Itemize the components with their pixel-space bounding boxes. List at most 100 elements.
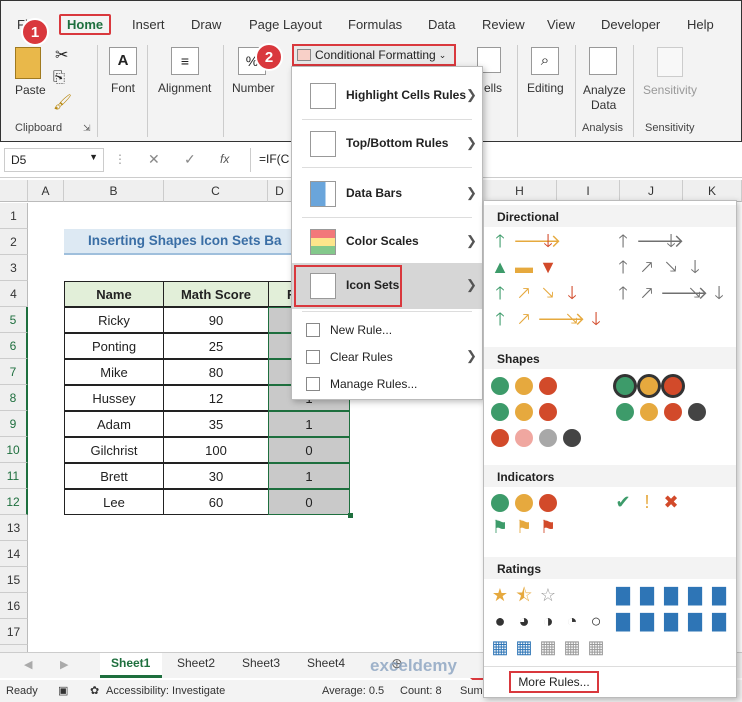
menu-color-scales[interactable]: Color Scales ❯: [292, 219, 482, 265]
quarter-icon[interactable]: ◕: [513, 611, 535, 633]
table-cell-score[interactable]: 25: [163, 333, 269, 359]
column-header-k[interactable]: K: [683, 180, 742, 202]
formula-input[interactable]: =IF(C: [250, 148, 290, 172]
cancel-icon[interactable]: ✕: [148, 151, 160, 168]
fill-handle[interactable]: [348, 513, 353, 518]
column-header-h[interactable]: H: [483, 180, 557, 202]
analyze-data-label-1[interactable]: Analyze: [583, 83, 626, 97]
circle-icon[interactable]: [515, 377, 533, 395]
signal-bars-icon[interactable]: ▇: [660, 585, 682, 607]
menu-manage-rules[interactable]: Manage Rules...: [292, 371, 482, 397]
arrow-icon[interactable]: 🡓: [561, 283, 583, 305]
accessibility-icon[interactable]: ✿: [90, 684, 99, 697]
tab-insert[interactable]: Insert: [132, 17, 165, 32]
table-cell-name[interactable]: Gilchrist: [64, 437, 164, 463]
row-header[interactable]: 17: [0, 619, 28, 645]
sensitivity-button[interactable]: Sensitivity: [643, 83, 697, 97]
accessibility-status[interactable]: Accessibility: Investigate: [106, 685, 225, 697]
arrow-icon[interactable]: ▬: [513, 257, 535, 279]
row-header[interactable]: 11: [0, 463, 28, 489]
arrow-icon[interactable]: 🡖: [660, 257, 682, 279]
flag-icon[interactable]: ⚑: [513, 517, 535, 539]
circle-icon[interactable]: [515, 403, 533, 421]
check-icon[interactable]: ✔: [612, 492, 634, 514]
signal-bars-icon[interactable]: ▇: [708, 611, 730, 633]
arrow-icon[interactable]: 🡓: [537, 231, 559, 253]
column-header-b[interactable]: B: [64, 180, 164, 202]
table-cell-name[interactable]: Mike: [64, 359, 164, 385]
font-icon[interactable]: A: [109, 47, 137, 75]
quarter-icon[interactable]: ○: [585, 611, 607, 633]
flag-icon[interactable]: ⚑: [537, 517, 559, 539]
signal-bars-icon[interactable]: ▇: [684, 585, 706, 607]
arrow-icon[interactable]: 🡑: [489, 283, 511, 305]
signal-bars-icon[interactable]: ▇: [636, 611, 658, 633]
circle-icon[interactable]: [616, 403, 634, 421]
circle-icon[interactable]: [515, 429, 533, 447]
arrow-icon[interactable]: 🡕: [513, 283, 535, 305]
column-header-c[interactable]: C: [164, 180, 268, 202]
circle-icon[interactable]: [491, 403, 509, 421]
header-result[interactable]: R: [268, 281, 296, 307]
table-cell-name[interactable]: Brett: [64, 463, 164, 489]
arrow-icon[interactable]: 🡖: [561, 309, 583, 331]
table-cell-result[interactable]: 1: [268, 411, 350, 437]
circle-icon[interactable]: [491, 429, 509, 447]
signal-bars-icon[interactable]: ▇: [708, 585, 730, 607]
circle-icon[interactable]: [491, 377, 509, 395]
box-icon[interactable]: ▦: [537, 637, 559, 659]
arrow-icon[interactable]: 🡒: [660, 283, 708, 305]
row-header[interactable]: 9: [0, 411, 28, 437]
arrow-icon[interactable]: ▲: [489, 257, 511, 279]
more-rules-button[interactable]: More Rules...: [509, 671, 599, 693]
menu-new-rule[interactable]: New Rule...: [292, 317, 482, 343]
header-name[interactable]: Name: [64, 281, 164, 307]
table-cell-name[interactable]: Ricky: [64, 307, 164, 333]
table-cell-name[interactable]: Adam: [64, 411, 164, 437]
traffic-light-icon[interactable]: [664, 377, 682, 395]
signal-bars-icon[interactable]: ▇: [612, 585, 634, 607]
insert-function-icon[interactable]: fx: [220, 152, 229, 166]
arrow-icon[interactable]: 🡓: [585, 309, 607, 331]
star-icon[interactable]: ★: [489, 585, 511, 607]
arrow-icon[interactable]: 🡕: [636, 257, 658, 279]
arrow-icon[interactable]: 🡕: [513, 309, 535, 331]
cells-button[interactable]: ells: [484, 81, 502, 95]
arrow-icon[interactable]: 🡑: [489, 231, 511, 253]
select-all-corner[interactable]: [0, 180, 28, 202]
tab-page-layout[interactable]: Page Layout: [249, 17, 322, 32]
circle-icon[interactable]: [640, 403, 658, 421]
search-icon[interactable]: ⌕: [531, 47, 559, 75]
circle-icon[interactable]: [539, 403, 557, 421]
arrow-icon[interactable]: ▼: [537, 257, 559, 279]
table-cell-score[interactable]: 100: [163, 437, 269, 463]
row-header[interactable]: 4: [0, 281, 28, 307]
quarter-icon[interactable]: ◔: [561, 611, 583, 633]
format-painter-icon[interactable]: 🖌: [53, 93, 72, 111]
analyze-data-label-2[interactable]: Data: [591, 98, 616, 112]
arrow-icon[interactable]: 🡕: [636, 283, 658, 305]
menu-top-bottom-rules[interactable]: Top/Bottom Rules ❯: [292, 121, 482, 167]
row-header[interactable]: 5: [0, 307, 28, 333]
tab-review[interactable]: Review: [482, 17, 525, 32]
tab-data[interactable]: Data: [428, 17, 455, 32]
column-header-i[interactable]: I: [557, 180, 620, 202]
arrow-icon[interactable]: 🡑: [489, 309, 511, 331]
sheet-tab-sheet4[interactable]: Sheet4: [307, 656, 345, 670]
table-cell-name[interactable]: Hussey: [64, 385, 164, 411]
arrow-icon[interactable]: 🡑: [612, 231, 634, 253]
signal-bars-icon[interactable]: ▇: [684, 611, 706, 633]
conditional-formatting-button[interactable]: Conditional Formatting ⌄: [292, 44, 456, 66]
exclamation-circle-icon[interactable]: [515, 494, 533, 512]
sensitivity-icon[interactable]: [657, 47, 683, 77]
circle-icon[interactable]: [539, 377, 557, 395]
table-cell-result[interactable]: 0: [268, 437, 350, 463]
sheet-tab-sheet1[interactable]: Sheet1: [111, 656, 150, 670]
column-header-a[interactable]: A: [28, 180, 64, 202]
star-icon[interactable]: ☆: [537, 585, 559, 607]
row-header[interactable]: 14: [0, 541, 28, 567]
signal-bars-icon[interactable]: ▇: [612, 611, 634, 633]
check-circle-icon[interactable]: [491, 494, 509, 512]
tab-developer[interactable]: Developer: [601, 17, 660, 32]
circle-icon[interactable]: [688, 403, 706, 421]
